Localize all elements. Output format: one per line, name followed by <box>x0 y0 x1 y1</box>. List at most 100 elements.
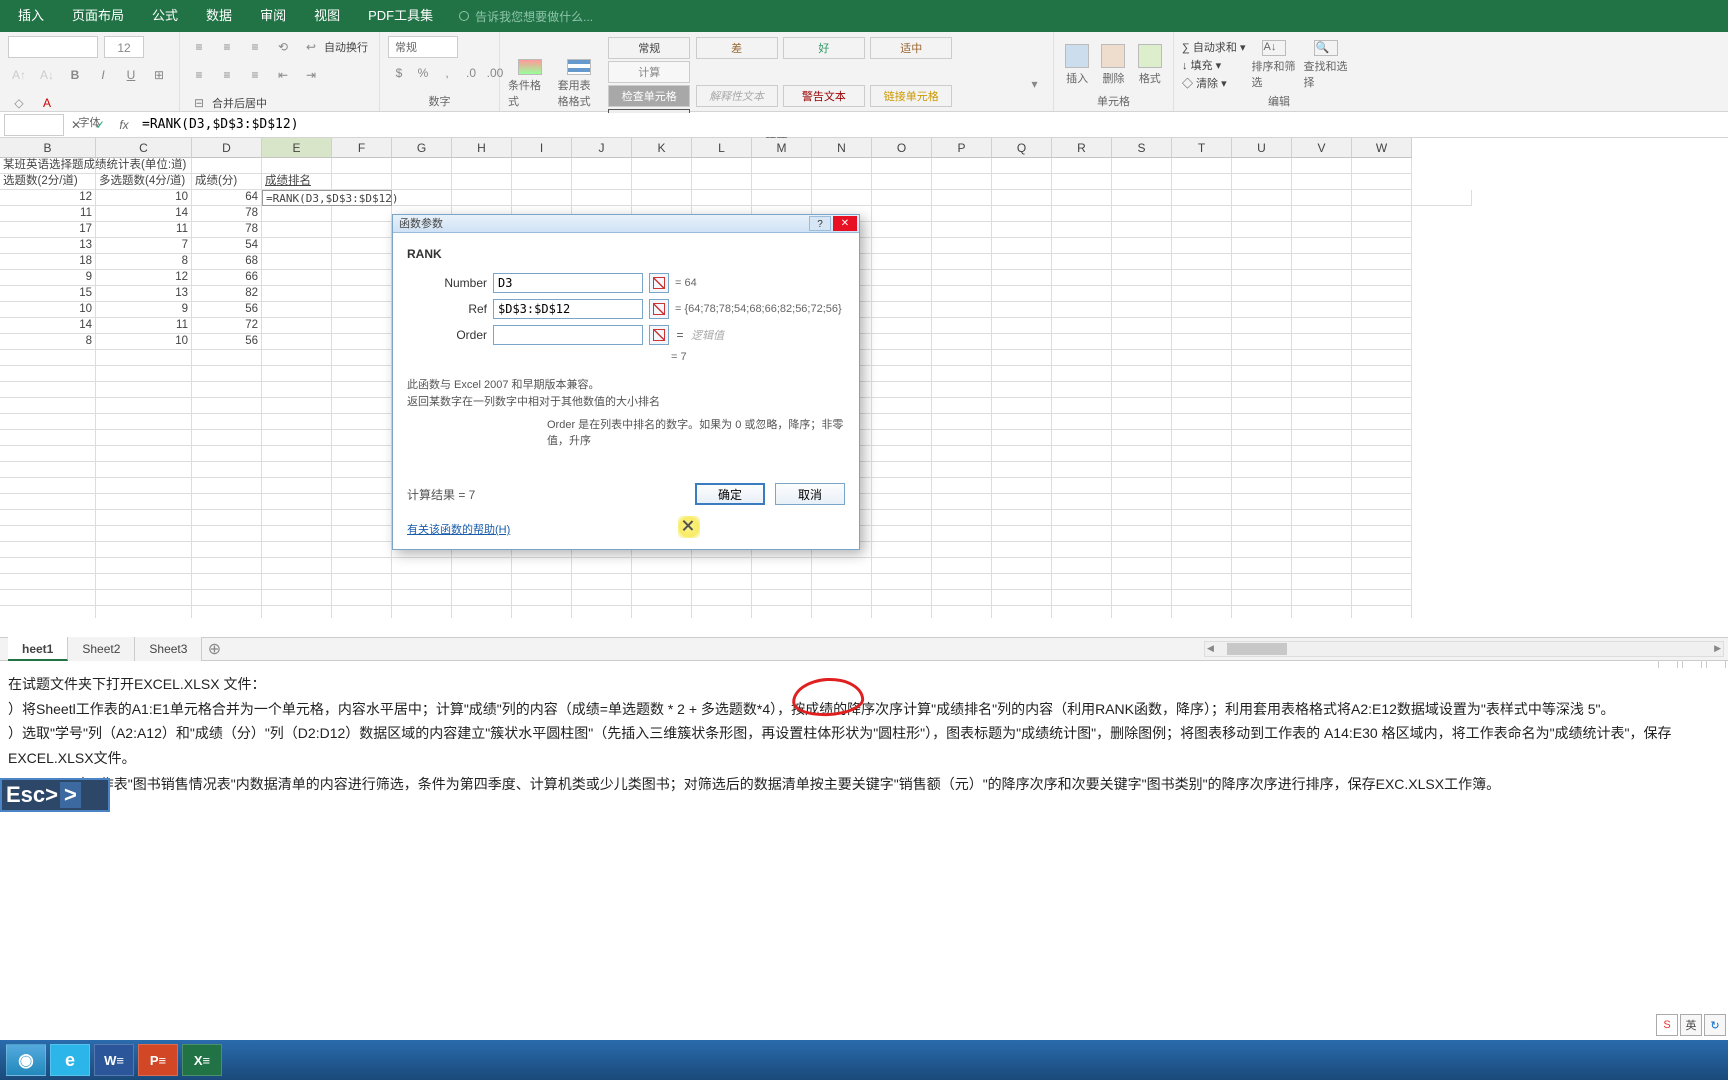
cell[interactable] <box>1172 574 1232 590</box>
cell[interactable] <box>812 606 872 618</box>
cell[interactable] <box>992 302 1052 318</box>
cell[interactable] <box>192 382 262 398</box>
cell[interactable] <box>1112 382 1172 398</box>
cell[interactable] <box>1172 590 1232 606</box>
cell[interactable] <box>1292 174 1352 190</box>
cell[interactable] <box>192 430 262 446</box>
cell[interactable] <box>332 254 392 270</box>
cell[interactable] <box>992 462 1052 478</box>
cell[interactable] <box>1352 350 1412 366</box>
cell[interactable] <box>262 606 332 618</box>
col-header-O[interactable]: O <box>872 138 932 158</box>
cell[interactable] <box>1112 478 1172 494</box>
style-explain[interactable]: 解释性文本 <box>696 85 778 107</box>
cell[interactable] <box>1352 414 1412 430</box>
cell[interactable]: 64 <box>192 190 262 206</box>
cell[interactable] <box>96 366 192 382</box>
cell[interactable] <box>752 558 812 574</box>
cell[interactable] <box>1292 398 1352 414</box>
cell[interactable] <box>1112 398 1172 414</box>
cell[interactable] <box>1232 494 1292 510</box>
cell[interactable] <box>332 574 392 590</box>
cell[interactable] <box>932 574 992 590</box>
cell[interactable] <box>932 526 992 542</box>
cell[interactable] <box>1352 462 1412 478</box>
cell[interactable] <box>1172 462 1232 478</box>
cell[interactable] <box>632 158 692 174</box>
fx-icon[interactable]: fx <box>112 113 136 137</box>
cell[interactable] <box>1052 558 1112 574</box>
cell[interactable] <box>0 590 96 606</box>
cell[interactable] <box>1112 206 1172 222</box>
cell[interactable] <box>262 350 332 366</box>
cell[interactable] <box>1172 302 1232 318</box>
cell[interactable] <box>1292 510 1352 526</box>
cell[interactable] <box>872 190 932 206</box>
cell[interactable] <box>1352 254 1412 270</box>
cell[interactable] <box>1172 430 1232 446</box>
cell[interactable] <box>872 590 932 606</box>
cell[interactable] <box>1112 302 1172 318</box>
col-header-L[interactable]: L <box>692 138 752 158</box>
cell[interactable] <box>992 510 1052 526</box>
cell[interactable] <box>512 174 572 190</box>
increase-font-icon[interactable]: A↑ <box>8 64 30 86</box>
cell[interactable] <box>1112 526 1172 542</box>
cell[interactable] <box>992 174 1052 190</box>
cell[interactable]: 11 <box>96 222 192 238</box>
cell[interactable] <box>1232 318 1292 334</box>
align-center-icon[interactable]: ≡ <box>216 64 238 86</box>
cell[interactable] <box>932 174 992 190</box>
cell[interactable] <box>192 446 262 462</box>
cell[interactable]: =RANK(D3,$D$3:$D$12) <box>262 190 392 206</box>
insert-cells-button[interactable]: 插入 <box>1062 40 1092 90</box>
tab-review[interactable]: 审阅 <box>246 0 300 32</box>
tab-data[interactable]: 数据 <box>192 0 246 32</box>
cell[interactable] <box>332 494 392 510</box>
col-header-C[interactable]: C <box>96 138 192 158</box>
col-header-Q[interactable]: Q <box>992 138 1052 158</box>
cell[interactable] <box>1232 270 1292 286</box>
col-header-R[interactable]: R <box>1052 138 1112 158</box>
cell[interactable] <box>1352 190 1412 206</box>
cell[interactable] <box>932 334 992 350</box>
cell[interactable] <box>452 190 512 206</box>
cell[interactable] <box>872 478 932 494</box>
cell[interactable] <box>992 334 1052 350</box>
sheet-tab-3[interactable]: Sheet3 <box>135 637 202 661</box>
cell[interactable] <box>1352 558 1412 574</box>
cell[interactable] <box>872 158 932 174</box>
taskbar-word-icon[interactable]: W≡ <box>94 1044 134 1076</box>
cell[interactable] <box>812 190 872 206</box>
col-header-D[interactable]: D <box>192 138 262 158</box>
cancel-formula-icon[interactable]: ✕ <box>64 113 88 137</box>
cell[interactable] <box>1172 366 1232 382</box>
cell[interactable] <box>1292 158 1352 174</box>
cell[interactable] <box>1352 366 1412 382</box>
cell[interactable] <box>0 446 96 462</box>
cell[interactable] <box>332 510 392 526</box>
cell[interactable] <box>332 590 392 606</box>
cell[interactable] <box>512 590 572 606</box>
cell[interactable] <box>872 174 932 190</box>
cell[interactable] <box>1352 574 1412 590</box>
cell[interactable] <box>192 350 262 366</box>
col-header-M[interactable]: M <box>752 138 812 158</box>
cell[interactable] <box>1232 286 1292 302</box>
cell[interactable] <box>0 558 96 574</box>
cell[interactable] <box>0 398 96 414</box>
cell[interactable] <box>692 174 752 190</box>
col-header-I[interactable]: I <box>512 138 572 158</box>
arg-order-input[interactable] <box>493 325 643 345</box>
cell[interactable] <box>262 526 332 542</box>
dialog-help-icon[interactable]: ? <box>809 216 831 231</box>
style-normal[interactable]: 常规 <box>608 37 690 59</box>
cell[interactable] <box>192 494 262 510</box>
cell[interactable] <box>96 574 192 590</box>
styles-more-icon[interactable]: ▾ <box>1024 73 1045 95</box>
cell[interactable] <box>96 478 192 494</box>
scroll-thumb[interactable] <box>1227 643 1287 655</box>
cell[interactable] <box>992 190 1052 206</box>
cell[interactable] <box>1172 414 1232 430</box>
cell[interactable] <box>872 382 932 398</box>
